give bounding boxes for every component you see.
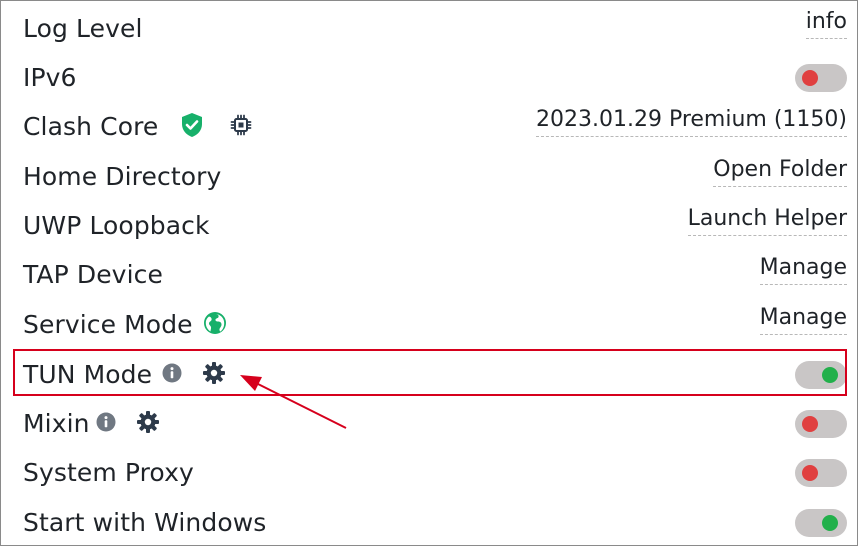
setting-row-uwp-loopback: UWP Loopback Launch Helper <box>1 201 858 250</box>
clash-core-version-value[interactable]: 2023.01.29 Premium (1150) <box>536 109 847 137</box>
info-icon[interactable] <box>162 363 182 387</box>
settings-panel: Log Level info IPv6 Clash Core 2023.01.2… <box>0 0 858 546</box>
toggle-knob <box>802 416 818 432</box>
globe-icon <box>203 311 227 339</box>
setting-label: Mixin <box>23 409 90 438</box>
launch-helper-link[interactable]: Launch Helper <box>687 208 847 236</box>
toggle-knob <box>802 70 818 86</box>
start-with-windows-toggle[interactable] <box>795 509 847 537</box>
setting-label: TUN Mode <box>23 360 153 389</box>
tun-mode-gear-icon[interactable] <box>202 361 226 389</box>
info-icon[interactable] <box>96 412 116 436</box>
mixin-toggle[interactable] <box>795 410 847 438</box>
service-mode-manage-link[interactable]: Manage <box>759 307 847 335</box>
log-level-value[interactable]: info <box>805 11 847 39</box>
setting-row-clash-core: Clash Core 2023.01.29 Premium (1150) <box>1 102 858 151</box>
setting-row-mixin: Mixin <box>1 399 858 448</box>
setting-row-ipv6: IPv6 <box>1 53 858 102</box>
setting-row-tun-mode: TUN Mode <box>1 350 858 399</box>
setting-label: TAP Device <box>23 260 163 289</box>
setting-label: Home Directory <box>23 162 222 191</box>
setting-label: System Proxy <box>23 458 194 487</box>
toggle-knob <box>822 515 838 531</box>
setting-label: Clash Core <box>23 112 159 141</box>
setting-label: Service Mode <box>23 310 193 339</box>
toggle-knob <box>822 367 838 383</box>
tun-mode-toggle[interactable] <box>795 361 847 389</box>
tap-device-manage-link[interactable]: Manage <box>759 257 847 285</box>
toggle-knob <box>802 465 818 481</box>
verified-shield-icon <box>180 112 204 142</box>
cpu-chip-icon[interactable] <box>230 114 252 140</box>
setting-row-tap-device: TAP Device Manage <box>1 250 858 299</box>
setting-label: UWP Loopback <box>23 211 210 240</box>
setting-label: Start with Windows <box>23 508 267 537</box>
setting-row-system-proxy: System Proxy <box>1 448 858 497</box>
open-folder-link[interactable]: Open Folder <box>713 159 847 187</box>
ipv6-toggle[interactable] <box>795 64 847 92</box>
setting-row-log-level: Log Level info <box>1 4 858 53</box>
setting-label: IPv6 <box>23 63 77 92</box>
setting-row-home-directory: Home Directory Open Folder <box>1 152 858 201</box>
setting-label: Log Level <box>23 14 143 43</box>
setting-row-start-with-windows: Start with Windows <box>1 498 858 547</box>
system-proxy-toggle[interactable] <box>795 459 847 487</box>
setting-row-service-mode: Service Mode Manage <box>1 300 858 349</box>
mixin-gear-icon[interactable] <box>136 410 160 438</box>
